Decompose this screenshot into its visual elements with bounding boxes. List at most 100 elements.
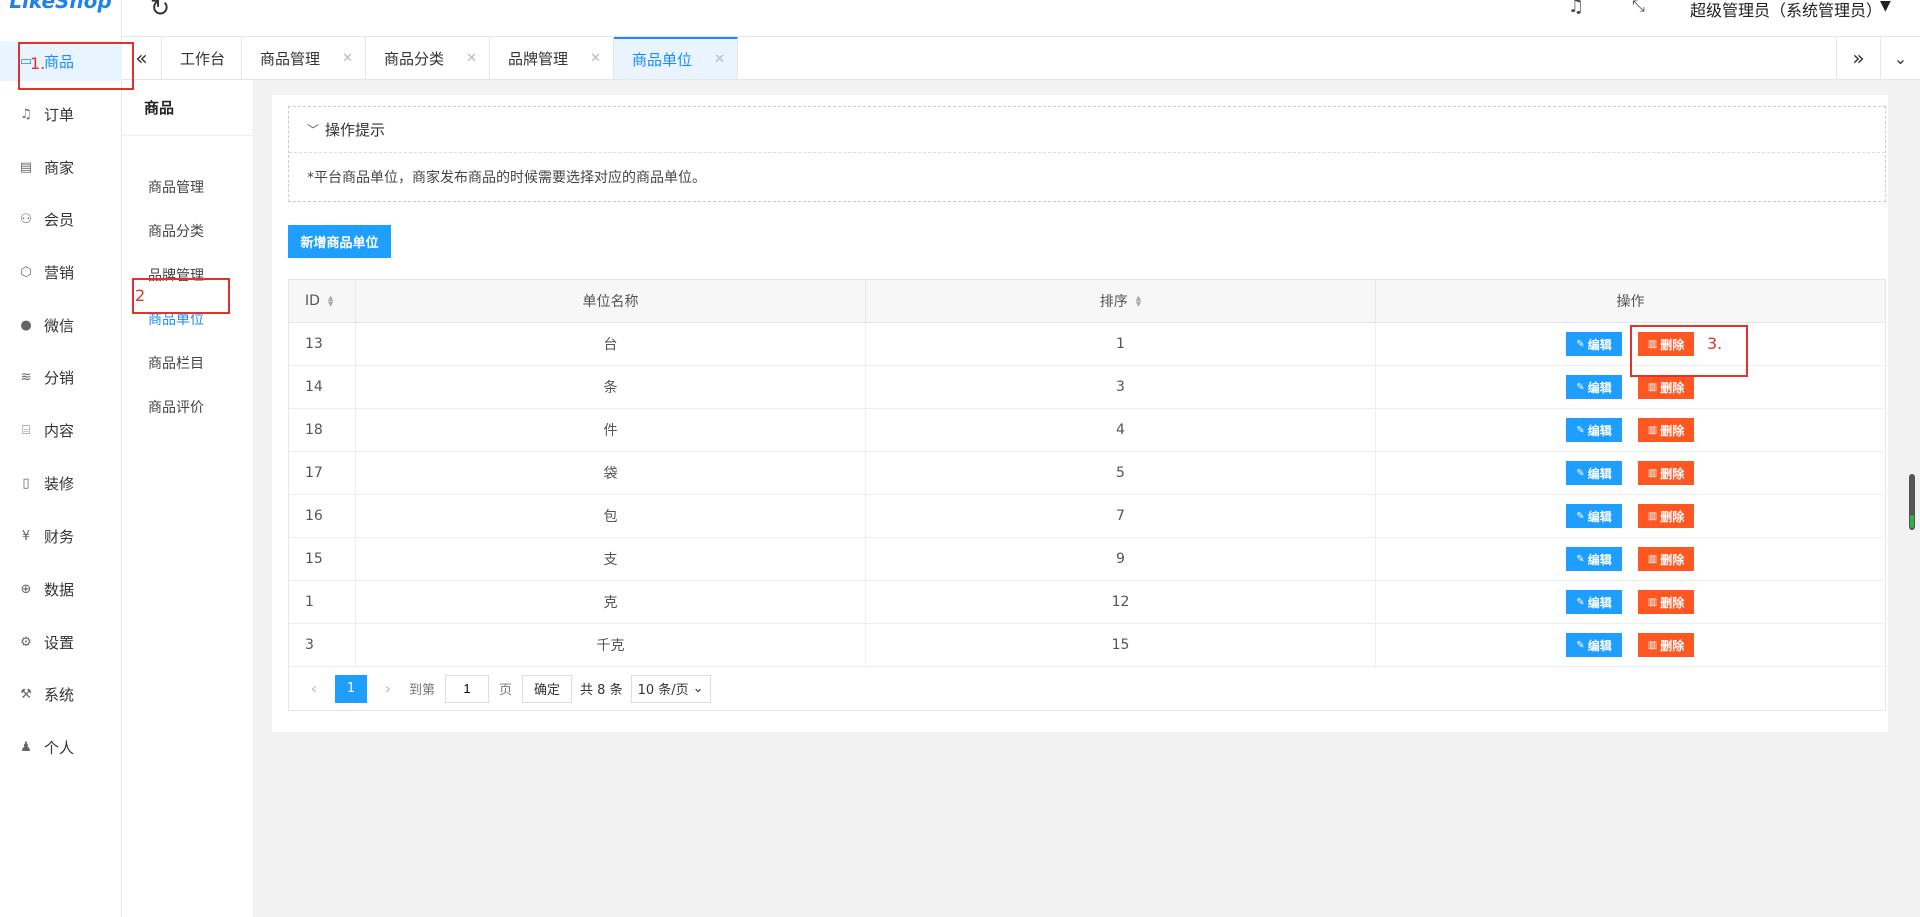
current-page[interactable]: 1 xyxy=(335,674,367,703)
edit-button[interactable]: ✎ 编辑 xyxy=(1566,590,1622,614)
notification-bell-icon[interactable]: ♫ xyxy=(1568,0,1584,17)
cell-id: 15 xyxy=(289,538,356,580)
close-icon[interactable]: ✕ xyxy=(714,52,725,67)
pencil-icon: ✎ xyxy=(1576,553,1585,565)
subnav-item-goods-category[interactable]: 商品分类 xyxy=(122,212,254,252)
caret-down-icon[interactable]: ▼ xyxy=(1880,0,1891,14)
header-id-label: ID xyxy=(305,293,320,309)
close-icon[interactable]: ✕ xyxy=(466,51,477,66)
fullscreen-icon[interactable]: ⤡ xyxy=(1632,0,1645,16)
chevron-down-icon: ﹀ xyxy=(307,123,320,137)
tab-label: 品牌管理 xyxy=(508,49,569,68)
edit-button[interactable]: ✎ 编辑 xyxy=(1566,504,1622,528)
sidebar-item-distribution[interactable]: ≋ 分销 xyxy=(0,357,122,397)
box-icon: ⬡ xyxy=(20,264,32,280)
edit-label: 编辑 xyxy=(1587,509,1612,524)
sidebar-item-label: 系统 xyxy=(44,685,75,704)
cell-actions: ✎ 编辑 ▥ 删除 xyxy=(1376,452,1885,494)
delete-button[interactable]: ▥ 删除 xyxy=(1638,633,1694,657)
cell-actions: ✎ 编辑 ▥ 删除 xyxy=(1376,495,1885,537)
delete-label: 删除 xyxy=(1660,509,1685,524)
tab-label: 商品管理 xyxy=(260,49,321,68)
sidebar-item-wechat[interactable]: ● 微信 xyxy=(0,305,122,345)
edit-button[interactable]: ✎ 编辑 xyxy=(1566,418,1622,442)
table-row: 18 件 4 ✎ 编辑 ▥ 删除 xyxy=(289,409,1885,452)
sidebar-item-marketing[interactable]: ⬡ 营销 xyxy=(0,252,122,292)
scroll-right-icon[interactable]: » xyxy=(1836,37,1880,79)
delete-button[interactable]: ▥ 删除 xyxy=(1638,461,1694,485)
delete-button[interactable]: ▥ 删除 xyxy=(1638,418,1694,442)
edit-label: 编辑 xyxy=(1587,337,1612,352)
edit-button[interactable]: ✎ 编辑 xyxy=(1566,633,1622,657)
page-size-select[interactable]: 10 条/页 ⌄ xyxy=(630,674,711,703)
delete-button[interactable]: ▥ 删除 xyxy=(1638,504,1694,528)
edit-button[interactable]: ✎ 编辑 xyxy=(1566,375,1622,399)
tab-workbench[interactable]: 工作台 xyxy=(162,37,242,79)
globe-icon: ⊕ xyxy=(20,581,32,597)
table-row: 16 包 7 ✎ 编辑 ▥ 删除 xyxy=(289,495,1885,538)
tab-goods-unit[interactable]: 商品单位 ✕ xyxy=(614,37,738,79)
sidebar-item-personal[interactable]: ♟ 个人 xyxy=(0,727,122,767)
sidebar-item-label: 分销 xyxy=(44,368,75,387)
tab-label: 商品分类 xyxy=(384,49,445,68)
sidebar-item-merchants[interactable]: ▤ 商家 xyxy=(0,147,122,187)
delete-button[interactable]: ▥ 删除 xyxy=(1638,590,1694,614)
prev-page-icon[interactable]: ‹ xyxy=(301,679,327,698)
close-icon[interactable]: ✕ xyxy=(590,51,601,66)
next-page-icon[interactable]: › xyxy=(375,679,401,698)
book-icon: ⌸ xyxy=(22,422,30,438)
sidebar-item-finance[interactable]: ¥ 财务 xyxy=(0,516,122,556)
edit-button[interactable]: ✎ 编辑 xyxy=(1566,332,1622,356)
subnav-item-goods-review[interactable]: 商品评价 xyxy=(122,388,254,428)
annotation-label-1: 1. xyxy=(30,54,46,73)
goto-page-input[interactable] xyxy=(445,674,490,703)
delete-button[interactable]: ▥ 删除 xyxy=(1638,547,1694,571)
header-op: 操作 xyxy=(1376,280,1885,322)
sort-icon[interactable]: ▲ ▼ xyxy=(1136,295,1141,308)
goto-confirm-button[interactable]: 确定 xyxy=(522,674,573,703)
user-menu[interactable]: 超级管理员（系统管理员） xyxy=(1690,0,1882,21)
sort-icon[interactable]: ▲ ▼ xyxy=(328,295,333,308)
top-bar: ↻ ♫ ⤡ 超级管理员（系统管理员） ▼ xyxy=(122,0,1920,36)
sidebar-item-data[interactable]: ⊕ 数据 xyxy=(0,569,122,609)
annotation-box-2 xyxy=(132,278,230,314)
sidebar-item-content[interactable]: ⌸ 内容 xyxy=(0,410,122,450)
pencil-icon: ✎ xyxy=(1576,467,1585,479)
header-name-label: 单位名称 xyxy=(582,294,639,310)
header-id[interactable]: ID ▲ ▼ xyxy=(289,280,356,322)
tips-header[interactable]: ﹀ 操作提示 xyxy=(289,107,1885,153)
sidebar-item-settings[interactable]: ⚙ 设置 xyxy=(0,622,122,662)
shop-icon: ▤ xyxy=(19,159,33,175)
header-sort[interactable]: 排序 ▲ ▼ xyxy=(866,280,1376,322)
refresh-icon[interactable]: ↻ xyxy=(150,0,170,22)
cell-actions: ✎ 编辑 ▥ 删除 xyxy=(1376,581,1885,623)
sidebar-item-orders[interactable]: ♫ 订单 xyxy=(0,94,122,134)
sidebar-item-members[interactable]: ⚇ 会员 xyxy=(0,199,122,239)
sidebar-item-system[interactable]: ⚒ 系统 xyxy=(0,674,122,714)
edit-button[interactable]: ✎ 编辑 xyxy=(1566,461,1622,485)
close-icon[interactable]: ✕ xyxy=(342,51,353,66)
add-unit-button[interactable]: 新增商品单位 xyxy=(288,225,391,258)
annotation-label-3: 3. xyxy=(1707,334,1723,353)
layers-icon: ≋ xyxy=(20,369,32,385)
tab-goods-category[interactable]: 商品分类 ✕ xyxy=(366,37,490,79)
sidebar-item-label: 营销 xyxy=(44,263,75,282)
tab-brand-manage[interactable]: 品牌管理 ✕ xyxy=(490,37,614,79)
trash-icon: ▥ xyxy=(1647,553,1658,565)
tab-goods-manage[interactable]: 商品管理 ✕ xyxy=(242,37,366,79)
cell-id: 18 xyxy=(289,409,356,451)
user-icon: ⚇ xyxy=(20,211,32,227)
delete-button[interactable]: ▥ 删除 xyxy=(1638,375,1694,399)
trash-icon: ▥ xyxy=(1647,639,1658,651)
page-size-value: 10 条/页 xyxy=(637,683,689,698)
chevron-down-icon[interactable]: ⌄ xyxy=(1880,37,1920,79)
subnav-item-goods-manage[interactable]: 商品管理 xyxy=(122,168,254,208)
cell-actions: ✎ 编辑 ▥ 删除 xyxy=(1376,624,1885,666)
sidebar-item-label: 微信 xyxy=(44,316,75,335)
cell-name: 件 xyxy=(356,409,866,451)
edit-label: 编辑 xyxy=(1587,380,1612,395)
cell-sort: 9 xyxy=(866,538,1376,580)
subnav-item-goods-column[interactable]: 商品栏目 xyxy=(122,344,254,384)
edit-button[interactable]: ✎ 编辑 xyxy=(1566,547,1622,571)
sidebar-item-decoration[interactable]: ▯ 装修 xyxy=(0,463,122,503)
